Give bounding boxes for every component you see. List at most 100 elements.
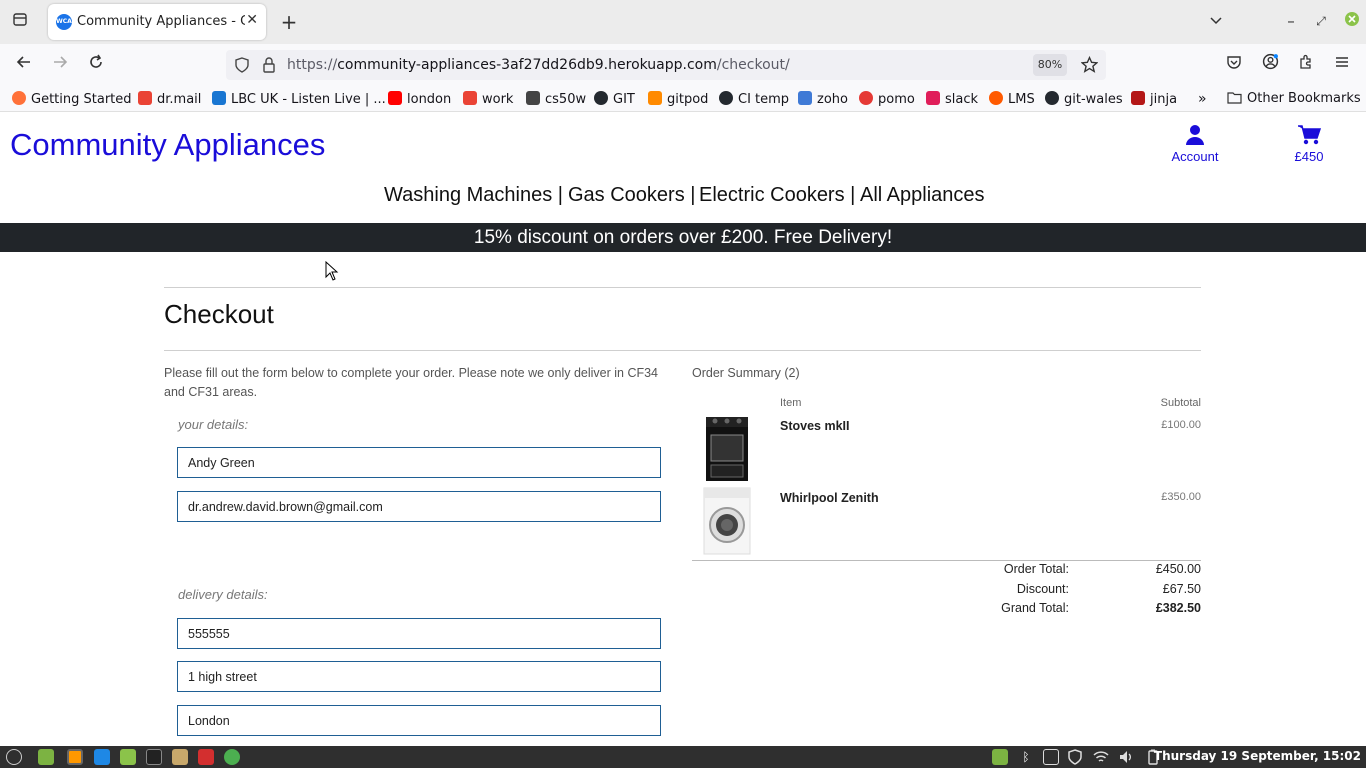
bookmark-label: LBC UK - Listen Live | ... <box>231 92 386 107</box>
back-icon[interactable] <box>12 53 36 77</box>
bookmark-label: jinja <box>1150 92 1178 107</box>
bookmark-ci-temp[interactable]: CI temp <box>719 91 789 107</box>
discount-value: £67.50 <box>1162 582 1201 596</box>
window-close-icon[interactable] <box>1340 10 1364 34</box>
delivery-details-legend: delivery details: <box>178 587 268 602</box>
show-desktop-icon[interactable] <box>38 749 54 765</box>
divider <box>164 287 1201 288</box>
tab-bar: WCA Community Appliances - Checkout ✕ + … <box>0 0 1366 44</box>
site-brand[interactable]: Community Appliances <box>10 127 325 163</box>
bookmark-lbc[interactable]: LBC UK - Listen Live | ... <box>212 91 386 107</box>
vscode-icon[interactable] <box>94 749 110 765</box>
list-tabs-icon[interactable] <box>1204 10 1228 34</box>
bookmark-work[interactable]: work <box>463 91 513 107</box>
item-subtotal: £100.00 <box>1161 419 1201 431</box>
town-input[interactable] <box>177 705 661 736</box>
mouse-cursor-icon <box>325 260 339 285</box>
zoho-icon <box>798 91 812 105</box>
gmail-icon <box>138 91 152 105</box>
youtube-icon <box>388 91 402 105</box>
bookmark-label: slack <box>945 92 979 107</box>
tab-overview-icon[interactable] <box>8 10 32 34</box>
bookmark-lms[interactable]: LMS <box>989 91 1035 107</box>
bookmark-london[interactable]: london <box>388 91 451 107</box>
tracking-shield-icon[interactable] <box>234 57 250 77</box>
item-subtotal: £350.00 <box>1161 491 1201 503</box>
bookmark-label: work <box>482 92 514 107</box>
folder-icon[interactable] <box>172 749 188 765</box>
full-name-input[interactable] <box>177 447 661 478</box>
url-path: /checkout/ <box>716 57 790 73</box>
bookmark-git-wales[interactable]: git-wales <box>1045 91 1123 107</box>
cart-total: £450 <box>1294 149 1324 164</box>
bookmark-other[interactable]: Other Bookmarks <box>1227 91 1361 108</box>
bookmark-label: GIT <box>613 92 635 107</box>
cart-link[interactable]: £450 <box>1287 124 1331 164</box>
lbc-icon <box>212 91 226 105</box>
minimize-icon[interactable]: – <box>1279 9 1303 33</box>
bookmark-pomo[interactable]: pomo <box>859 91 915 107</box>
url-text[interactable]: https://community-appliances-3af27dd26db… <box>287 57 790 73</box>
forward-icon[interactable] <box>48 53 72 77</box>
street-address-input[interactable] <box>177 661 661 692</box>
start-menu-icon[interactable] <box>6 749 22 765</box>
clipboard-icon[interactable] <box>1043 749 1059 765</box>
zoom-badge[interactable]: 80% <box>1033 54 1067 76</box>
email-input[interactable] <box>177 491 661 522</box>
bookmark-zoho[interactable]: zoho <box>798 91 848 107</box>
maximize-icon[interactable]: ⤢ <box>1309 9 1333 33</box>
url-bar[interactable]: https://community-appliances-3af27dd26db… <box>226 50 1106 80</box>
bookmark-cs50w[interactable]: cs50w <box>526 91 586 107</box>
item-column-header: Item <box>780 397 802 409</box>
bookmark-dr-mail[interactable]: dr.mail <box>138 91 201 107</box>
system-clock[interactable]: Thursday 19 September, 15:02 <box>1154 749 1361 763</box>
shield-icon[interactable] <box>1067 749 1083 765</box>
bookmark-label: dr.mail <box>157 92 202 107</box>
favicon-icon: WCA <box>56 14 72 30</box>
page-content: Community Appliances Account £450 Washin… <box>0 112 1366 746</box>
menu-icon[interactable] <box>1330 53 1354 77</box>
bookmark-getting-started[interactable]: Getting Started <box>12 91 132 107</box>
volume-icon[interactable] <box>1118 749 1134 765</box>
grand-total-value: £382.50 <box>1155 601 1201 615</box>
nav-electric-cookers[interactable]: Electric Cookers | <box>699 184 855 207</box>
nav-all-appliances[interactable]: All Appliances <box>860 184 985 207</box>
new-tab-icon[interactable]: + <box>277 10 301 34</box>
firefox-taskbar-icon[interactable] <box>67 749 83 765</box>
more-bookmarks-chevron-icon[interactable]: » <box>1198 91 1207 107</box>
tab-title: Community Appliances - Checkout <box>77 14 245 29</box>
bookmark-star-icon[interactable] <box>1080 55 1099 77</box>
divider <box>164 350 1201 351</box>
close-tab-icon[interactable]: ✕ <box>246 12 258 28</box>
account-icon[interactable] <box>1258 53 1282 77</box>
terminal-icon[interactable] <box>146 749 162 765</box>
subtotal-column-header: Subtotal <box>1160 397 1201 409</box>
bookmark-jinja[interactable]: jinja <box>1131 91 1177 107</box>
whirlpool-washer-image <box>702 487 752 555</box>
nav-gas-cookers[interactable]: Gas Cookers | <box>568 184 695 207</box>
bookmark-slack[interactable]: slack <box>926 91 978 107</box>
folder-icon <box>1227 91 1242 108</box>
reload-icon[interactable] <box>84 53 108 77</box>
bluetooth-icon[interactable]: ᛒ <box>1018 749 1034 765</box>
bookmark-git[interactable]: GIT <box>594 91 635 107</box>
phone-input[interactable] <box>177 618 661 649</box>
account-link[interactable]: Account <box>1166 124 1224 164</box>
pocket-icon[interactable] <box>1222 53 1246 77</box>
wifi-icon[interactable] <box>1093 749 1109 765</box>
gmail-icon <box>463 91 477 105</box>
account-label: Account <box>1171 149 1219 164</box>
tray-files-icon[interactable] <box>992 749 1008 765</box>
bookmark-gitpod[interactable]: gitpod <box>648 91 708 107</box>
tab-checkout[interactable]: WCA Community Appliances - Checkout ✕ <box>48 4 266 40</box>
edx-icon <box>526 91 540 105</box>
lock-icon[interactable] <box>262 57 276 77</box>
github-icon <box>719 91 733 105</box>
extensions-icon[interactable] <box>1294 53 1318 77</box>
opera-icon[interactable] <box>198 749 214 765</box>
chrome-icon[interactable] <box>224 749 240 765</box>
jinja-icon <box>1131 91 1145 105</box>
grand-total-label: Grand Total: <box>1001 601 1069 615</box>
files-icon[interactable] <box>120 749 136 765</box>
nav-washing-machines[interactable]: Washing Machines | <box>384 184 563 207</box>
